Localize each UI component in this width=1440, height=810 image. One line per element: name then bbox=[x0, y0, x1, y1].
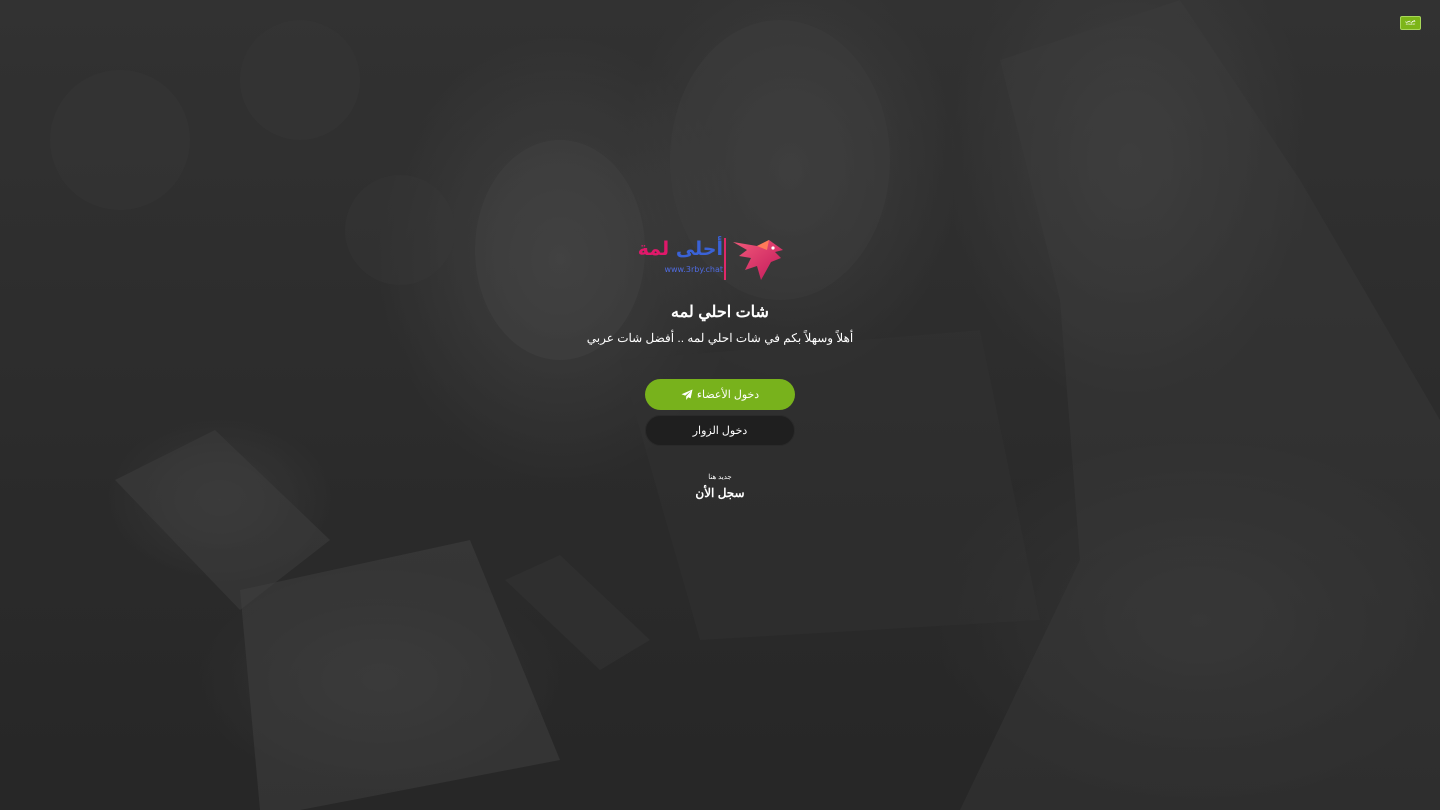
guests-login-label: دخول الزوار bbox=[692, 425, 748, 437]
members-login-button[interactable]: دخول الأعضاء bbox=[645, 379, 795, 410]
members-login-label: دخول الأعضاء bbox=[696, 389, 760, 401]
logo-wordmark: أحلى لمة bbox=[638, 236, 723, 262]
logo-word2: لمة bbox=[637, 238, 670, 260]
guests-login-button[interactable]: دخول الزوار bbox=[645, 415, 795, 446]
register-link[interactable]: سجل الأن bbox=[520, 485, 920, 501]
eagle-logo-icon bbox=[733, 240, 783, 280]
paper-plane-icon bbox=[681, 389, 693, 401]
site-logo: أحلى لمة www.3rby.chat bbox=[638, 232, 795, 288]
page-title: شات احلي لمه bbox=[671, 304, 769, 321]
language-switch-button[interactable]: عربي Arabic bbox=[1400, 16, 1421, 30]
logo-word1: أحلى bbox=[675, 238, 723, 260]
page-subtitle: أهلاً وسهلاً بكم في شات احلي لمه .. أفضل… bbox=[586, 331, 854, 345]
new-here-text: جديد هنا bbox=[708, 474, 732, 481]
language-badge-line2: Arabic bbox=[1405, 22, 1416, 26]
login-panel: أحلى لمة www.3rby.chat شات احلي لمه أهلا… bbox=[520, 232, 920, 501]
logo-url: www.3rby.chat bbox=[664, 265, 723, 274]
logo-divider bbox=[724, 238, 726, 280]
